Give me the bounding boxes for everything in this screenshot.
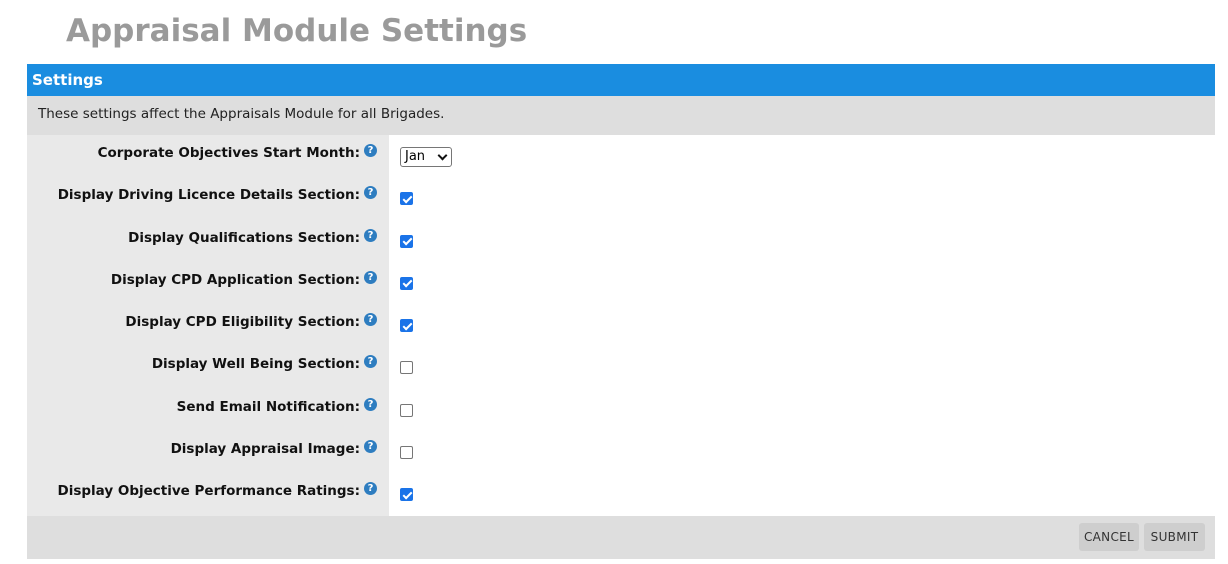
page-title: Appraisal Module Settings <box>66 13 528 49</box>
appraisal-image-checkbox[interactable] <box>400 446 413 460</box>
help-icon[interactable]: ? <box>364 270 377 284</box>
setting-row-appraisal-image: Display Appraisal Image: ? <box>27 431 1215 473</box>
setting-label: Display Appraisal Image: <box>170 441 360 458</box>
setting-row-email-notification: Send Email Notification: ? <box>27 389 1215 431</box>
setting-row-well-being: Display Well Being Section: ? <box>27 346 1215 388</box>
help-icon[interactable]: ? <box>364 482 377 496</box>
settings-panel: Settings These settings affect the Appra… <box>27 64 1215 559</box>
email-notification-checkbox[interactable] <box>400 403 413 417</box>
setting-label: Display Well Being Section: <box>151 356 360 373</box>
setting-label: Corporate Objectives Start Month: <box>97 145 360 161</box>
help-icon[interactable]: ? <box>364 144 377 157</box>
help-icon[interactable]: ? <box>364 397 377 411</box>
setting-label: Display Qualifications Section: <box>128 229 360 246</box>
driving-licence-checkbox[interactable] <box>400 192 413 206</box>
help-icon[interactable]: ? <box>364 186 377 200</box>
well-being-checkbox[interactable] <box>400 361 413 375</box>
cpd-application-checkbox[interactable] <box>400 276 413 290</box>
setting-row-cpd-application: Display CPD Application Section: ? <box>27 262 1215 304</box>
setting-label: Display CPD Application Section: <box>110 271 360 288</box>
help-icon[interactable]: ? <box>364 228 377 242</box>
setting-label: Display Driving Licence Details Section: <box>57 187 360 204</box>
help-icon[interactable]: ? <box>364 355 377 369</box>
qualifications-checkbox[interactable] <box>400 234 413 248</box>
submit-button[interactable]: SUBMIT <box>1144 522 1205 551</box>
setting-label: Send Email Notification: <box>176 398 360 415</box>
setting-label: Display CPD Eligibility Section: <box>125 314 360 331</box>
settings-list: Corporate Objectives Start Month: ? Jan … <box>27 135 1215 516</box>
cancel-button[interactable]: CANCEL <box>1079 522 1139 551</box>
form-footer: CANCEL SUBMIT <box>27 515 1215 559</box>
setting-row-start-month: Corporate Objectives Start Month: ? Jan <box>27 135 1215 177</box>
setting-row-qualifications: Display Qualifications Section: ? <box>27 220 1215 262</box>
start-month-value: Jan <box>405 149 426 164</box>
cpd-eligibility-checkbox[interactable] <box>400 319 413 333</box>
help-icon[interactable]: ? <box>364 313 377 327</box>
setting-row-cpd-eligibility: Display CPD Eligibility Section: ? <box>27 304 1215 346</box>
panel-description: These settings affect the Appraisals Mod… <box>27 96 1215 135</box>
setting-row-performance-ratings: Display Objective Performance Ratings: ? <box>27 473 1215 515</box>
performance-ratings-checkbox[interactable] <box>400 488 413 502</box>
setting-row-driving-licence: Display Driving Licence Details Section:… <box>27 177 1215 219</box>
start-month-select[interactable]: Jan <box>400 147 452 167</box>
setting-label: Display Objective Performance Ratings: <box>57 483 360 500</box>
help-icon[interactable]: ? <box>364 440 377 454</box>
chevron-down-icon <box>437 150 448 161</box>
panel-header: Settings <box>27 64 1215 96</box>
